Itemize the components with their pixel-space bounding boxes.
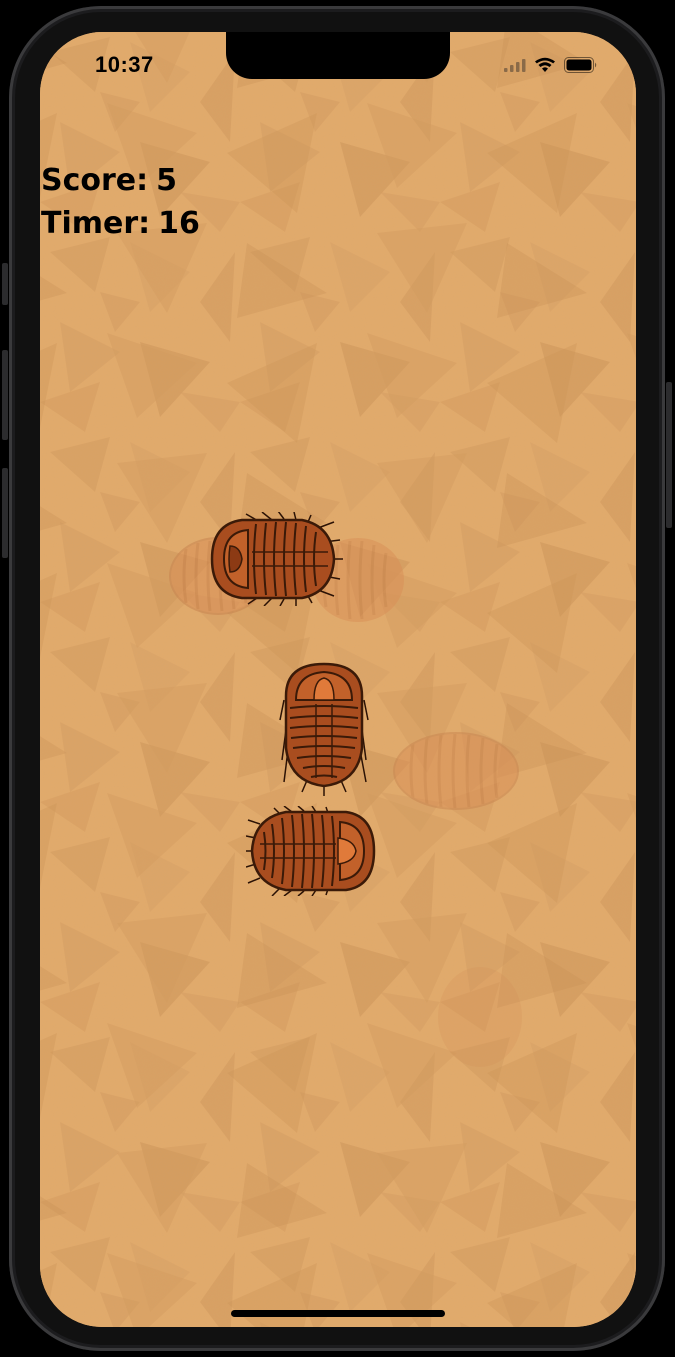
phone-device: Score: 5 Timer: 16 10:37	[0, 0, 675, 1357]
game-screen[interactable]: Score: 5 Timer: 16 10:37	[40, 32, 636, 1327]
fossil-imprint-3[interactable]	[391, 728, 521, 814]
trilobite-1[interactable]	[208, 512, 344, 606]
cellular-signal-icon	[504, 59, 526, 72]
timer-display: Timer: 16	[41, 209, 200, 239]
timer-value: 16	[158, 206, 200, 241]
home-indicator[interactable]	[231, 1310, 445, 1317]
volume-up-button	[2, 350, 8, 440]
power-button	[666, 382, 672, 528]
fossil-imprint-4[interactable]	[435, 962, 525, 1072]
score-display: Score: 5	[41, 166, 177, 196]
timer-label: Timer:	[41, 206, 151, 241]
trilobite-2[interactable]	[278, 660, 370, 796]
status-icons	[504, 54, 598, 76]
score-value: 5	[156, 163, 178, 198]
volume-down-button	[2, 468, 8, 558]
status-time: 10:37	[95, 52, 154, 77]
action-button	[2, 263, 8, 305]
camera-notch	[226, 32, 450, 79]
trilobite-3[interactable]	[246, 806, 378, 896]
score-label: Score:	[41, 163, 149, 198]
battery-icon	[564, 57, 597, 73]
wifi-icon	[535, 57, 555, 72]
